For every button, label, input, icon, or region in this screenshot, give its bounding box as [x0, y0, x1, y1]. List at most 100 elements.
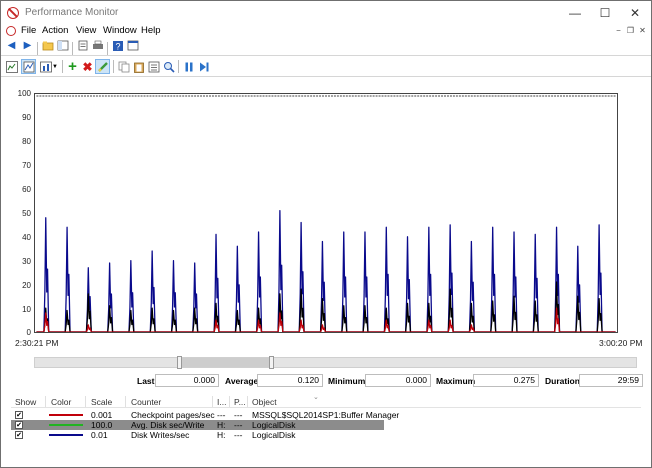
stat-maximum-label: Maximum [436, 376, 476, 386]
view-log-data-icon[interactable] [21, 59, 36, 74]
zoom-icon[interactable] [162, 60, 175, 73]
toolbar-separator [107, 42, 108, 55]
copy-properties-icon[interactable] [117, 60, 130, 73]
legend-row[interactable]: ✔ 0.001 Checkpoint pages/sec --- --- MSS… [11, 410, 641, 420]
delete-counter-icon[interactable]: ✖ [81, 60, 94, 73]
statistics-bar: Last 0.000 Average 0.120 Minimum 0.000 M… [1, 373, 651, 389]
document-icon[interactable] [6, 26, 16, 36]
column-divider[interactable] [212, 396, 213, 407]
show-hide-tree-icon[interactable] [56, 39, 69, 52]
legend-instance: --- [217, 410, 226, 420]
legend-object: MSSQL$SQL2014SP1:Buffer Manager [252, 410, 400, 420]
stat-maximum-value: 0.275 [473, 374, 539, 387]
stat-average-value: 0.120 [257, 374, 323, 387]
mdi-restore-button[interactable]: ❐ [625, 25, 636, 36]
add-counter-icon[interactable]: + [66, 59, 79, 74]
menu-file[interactable]: File [21, 25, 36, 36]
column-object[interactable]: Object [252, 397, 277, 407]
legend-object: LogicalDisk [252, 420, 296, 430]
close-button[interactable]: ✕ [621, 3, 649, 23]
stat-last-label: Last [137, 376, 155, 386]
series-line-checkpoint-pages-sec [36, 307, 616, 332]
time-range-start-handle[interactable] [177, 356, 182, 369]
time-range-thumb[interactable] [180, 358, 270, 367]
stat-minimum-value: 0.000 [365, 374, 431, 387]
freeze-display-icon[interactable] [182, 60, 195, 73]
back-arrow-icon[interactable]: ◀ [5, 39, 18, 52]
minimize-button[interactable]: — [561, 3, 589, 23]
legend-counter: Avg. Disk sec/Write [131, 420, 205, 430]
menu-view[interactable]: View [76, 25, 96, 36]
legend-instance: H: [217, 430, 226, 440]
chevron-down-icon[interactable]: ▼ [51, 60, 59, 73]
toolbar-separator [113, 60, 114, 73]
column-divider[interactable] [247, 396, 248, 407]
time-range-scrollbar[interactable] [34, 356, 637, 369]
legend-scale: 100.0 [91, 420, 113, 430]
mdi-close-button[interactable]: ✕ [637, 25, 648, 36]
y-tick-label: 70 [22, 161, 31, 170]
up-folder-icon[interactable] [41, 39, 54, 52]
color-swatch [49, 424, 83, 426]
column-instance[interactable]: I... [217, 397, 226, 407]
mdi-minimize-button[interactable]: − [613, 25, 624, 36]
show-checkbox[interactable]: ✔ [15, 421, 23, 429]
forward-arrow-icon[interactable]: ▶ [21, 39, 34, 52]
legend-parent: --- [234, 430, 243, 440]
y-tick-label: 40 [22, 233, 31, 242]
window-view-icon[interactable] [126, 39, 139, 52]
column-divider[interactable] [45, 396, 46, 407]
graph-end-time: 3:00:20 PM [599, 338, 643, 348]
menu-help[interactable]: Help [141, 25, 161, 36]
paste-counter-list-icon[interactable] [132, 60, 145, 73]
series-line-disk-writes-sec [36, 209, 616, 332]
column-counter[interactable]: Counter [131, 397, 161, 407]
column-scale[interactable]: Scale [91, 397, 112, 407]
stat-duration-value: 29:59 [579, 374, 643, 387]
time-range-end-handle[interactable] [269, 356, 274, 369]
column-divider[interactable] [229, 396, 230, 407]
legend-instance: H: [217, 420, 226, 430]
view-current-activity-icon[interactable] [5, 60, 18, 73]
toolbar-separator [37, 42, 38, 55]
sort-chevron-icon: ⌄ [313, 394, 319, 401]
maximize-button[interactable]: ☐ [591, 3, 619, 23]
update-data-icon[interactable] [197, 60, 210, 73]
column-show[interactable]: Show [15, 397, 36, 407]
column-parent[interactable]: P... [234, 397, 246, 407]
menu-bar: File Action View Window Help − ❐ ✕ [1, 23, 651, 39]
perfmon-app-icon [7, 7, 19, 19]
legend-header: Show Color Scale Counter I... P... Objec… [11, 394, 641, 408]
legend-row[interactable]: ✔ 0.01 Disk Writes/sec H: --- LogicalDis… [11, 430, 641, 440]
legend-scale: 0.001 [91, 410, 113, 420]
column-divider[interactable] [125, 396, 126, 407]
window-title: Performance Monitor [25, 7, 119, 18]
y-tick-label: 30 [22, 257, 31, 266]
column-divider[interactable] [85, 396, 86, 407]
y-tick-label: 50 [22, 209, 31, 218]
svg-text:?: ? [115, 41, 120, 51]
main-toolbar: ◀ ▶ ? [1, 39, 651, 56]
show-checkbox[interactable]: ✔ [15, 431, 23, 439]
properties-icon[interactable] [76, 39, 89, 52]
highlight-icon[interactable] [95, 59, 110, 74]
stat-minimum-label: Minimum [328, 376, 366, 386]
toolbar-separator [62, 60, 63, 73]
show-checkbox[interactable]: ✔ [15, 411, 23, 419]
menu-window[interactable]: Window [103, 25, 137, 36]
column-color[interactable]: Color [51, 397, 71, 407]
y-tick-label: 100 [17, 89, 31, 98]
y-tick-label: 10 [22, 305, 31, 314]
legend-counter: Disk Writes/sec [131, 430, 190, 440]
legend-counter: Checkpoint pages/sec [131, 410, 215, 420]
legend-row-selected[interactable]: ✔ 100.0 Avg. Disk sec/Write H: --- Logic… [11, 420, 384, 430]
y-tick-label: 90 [22, 113, 31, 122]
menu-action[interactable]: Action [42, 25, 68, 36]
y-tick-label: 80 [22, 137, 31, 146]
performance-graph[interactable] [34, 93, 618, 333]
help-icon[interactable]: ? [111, 39, 124, 52]
print-icon[interactable] [91, 39, 104, 52]
y-tick-label: 60 [22, 185, 31, 194]
properties-icon[interactable] [147, 60, 160, 73]
y-tick-label: 0 [26, 328, 31, 337]
